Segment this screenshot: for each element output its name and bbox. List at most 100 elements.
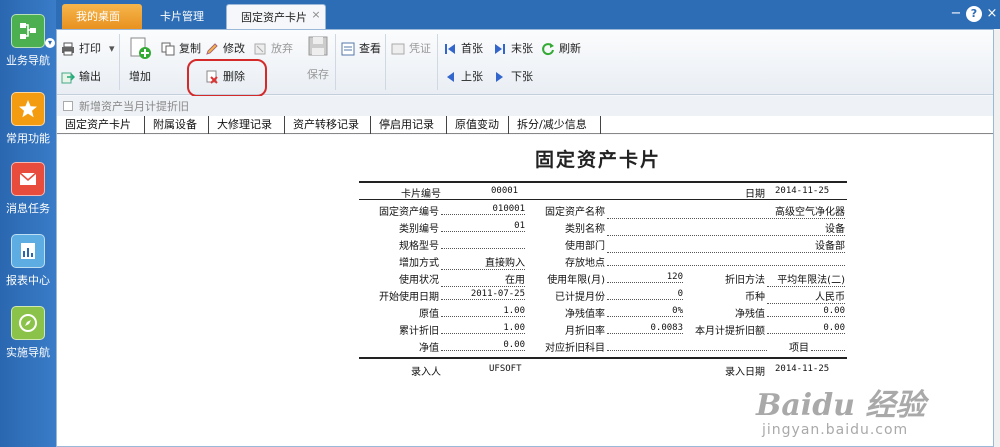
star-icon	[11, 92, 45, 126]
subtab-stop-start[interactable]: 停启用记录	[371, 116, 447, 134]
refresh-button[interactable]: 刷新	[541, 40, 581, 58]
view-label: 查看	[359, 42, 381, 55]
category-code-value[interactable]: 01	[441, 221, 525, 232]
prev-button[interactable]: 上张	[443, 68, 483, 86]
add-document-icon	[128, 36, 152, 60]
project-value[interactable]	[811, 339, 845, 351]
last-button[interactable]: 末张	[493, 40, 533, 58]
months-value[interactable]: 0	[607, 289, 683, 300]
recorder-value: UFSOFT	[489, 364, 522, 374]
subtab-fixed-asset-card[interactable]: 固定资产卡片	[57, 116, 145, 134]
department-value[interactable]: 设备部	[607, 237, 845, 253]
chevron-down-icon[interactable]: ▾	[45, 38, 55, 48]
start-date-value[interactable]: 2011-07-25	[441, 289, 525, 300]
close-icon[interactable]: ×	[310, 9, 322, 21]
location-value[interactable]	[607, 254, 845, 266]
baidu-watermark: Baidu 经验 jingyan.baidu.com	[740, 380, 990, 446]
export-label: 输出	[79, 70, 101, 83]
toolbar-separator	[437, 34, 438, 90]
refresh-label: 刷新	[559, 42, 581, 55]
original-value[interactable]: 1.00	[441, 306, 525, 317]
location-label: 存放地点	[565, 258, 605, 269]
subtab-asset-transfer[interactable]: 资产转移记录	[285, 116, 371, 134]
dropdown-arrow-icon[interactable]: ▾	[109, 40, 115, 58]
date-value[interactable]: 2014-11-25	[775, 186, 845, 196]
floppy-disk-icon	[306, 34, 330, 58]
asset-code-value[interactable]: 010001	[441, 204, 525, 215]
months-label: 已计提月份	[555, 292, 605, 303]
nav-favorites[interactable]: 常用功能	[0, 92, 56, 146]
save-button[interactable]: 保存	[303, 34, 333, 82]
spec-value[interactable]	[441, 237, 525, 249]
subtab-original-value-change[interactable]: 原值变动	[447, 116, 509, 134]
dep-method-value[interactable]: 平均年限法(二)	[767, 271, 845, 287]
toolbar-separator	[335, 34, 336, 90]
net-label: 净值	[419, 343, 439, 354]
first-button[interactable]: 首张	[443, 40, 483, 58]
depreciation-checkbox[interactable]	[63, 101, 73, 111]
add-method-value[interactable]: 直接购入	[441, 254, 525, 270]
envelope-icon	[11, 162, 45, 196]
help-icon[interactable]: ?	[966, 6, 982, 22]
window-close-icon[interactable]: ×	[984, 6, 1000, 22]
subtab-accessory[interactable]: 附属设备	[145, 116, 209, 134]
residual-rate-value[interactable]: 0%	[607, 306, 683, 317]
voucher-icon	[391, 42, 405, 56]
printer-icon	[61, 42, 75, 56]
last-label: 末张	[511, 42, 533, 55]
residual-value[interactable]: 0.00	[767, 306, 845, 317]
tab-card-management[interactable]: 卡片管理	[146, 4, 230, 29]
currency-value[interactable]: 人民币	[767, 288, 845, 304]
net-value[interactable]: 0.00	[441, 340, 525, 351]
nav-implementation[interactable]: 实施导航	[0, 306, 56, 360]
modify-button[interactable]: 修改	[205, 40, 245, 58]
copy-button[interactable]: 复制	[161, 40, 201, 58]
report-icon	[11, 234, 45, 268]
delete-highlight-annotation	[187, 59, 267, 97]
copy-icon	[161, 42, 175, 56]
nav-reports[interactable]: 报表中心	[0, 234, 56, 288]
dep-method-label: 折旧方法	[725, 275, 765, 286]
header-divider	[359, 181, 847, 183]
print-button[interactable]: 打印 ▾	[61, 40, 115, 58]
asset-code-label: 固定资产编号	[379, 207, 439, 218]
first-label: 首张	[461, 42, 483, 55]
prev-page-icon	[443, 70, 457, 84]
depreciation-checkbox-row: 新增资产当月计提折旧	[57, 96, 993, 116]
status-value[interactable]: 在用	[441, 271, 525, 287]
status-label: 使用状况	[399, 275, 439, 286]
header-divider-thin	[359, 199, 847, 200]
account-value[interactable]	[607, 339, 767, 351]
subtab-major-repair[interactable]: 大修理记录	[209, 116, 285, 134]
asset-name-value[interactable]: 高级空气净化器	[607, 203, 845, 219]
start-date-label: 开始使用日期	[379, 292, 439, 303]
right-edge-panel	[994, 29, 1000, 447]
life-value[interactable]: 120	[607, 272, 683, 283]
spec-label: 规格型号	[399, 241, 439, 252]
record-date-value: 2014-11-25	[775, 364, 830, 374]
tab-strip: 我的桌面 卡片管理 固定资产卡片 × − ? ×	[56, 0, 1000, 29]
copy-label: 复制	[179, 42, 201, 55]
subtab-split-reduce[interactable]: 拆分/减少信息	[509, 116, 601, 134]
add-method-label: 增加方式	[399, 258, 439, 269]
abandon-button[interactable]: 放弃	[253, 40, 293, 58]
next-button[interactable]: 下张	[493, 68, 533, 86]
category-name-label: 类别名称	[565, 224, 605, 235]
toolbar: 打印 ▾ 输出 增加 复制 修改 放弃 删除 保存 查看 凭证 首张 末张 上张…	[57, 30, 993, 97]
nav-messages[interactable]: 消息任务	[0, 162, 56, 216]
pencil-icon	[205, 42, 219, 56]
card-no-value[interactable]: 00001	[491, 186, 531, 196]
minimize-icon[interactable]: −	[948, 6, 964, 22]
export-button[interactable]: 输出	[61, 68, 101, 86]
category-name-value[interactable]: 设备	[607, 220, 845, 236]
monthly-rate-label: 月折旧率	[565, 326, 605, 337]
monthly-rate-value[interactable]: 0.0083	[607, 323, 683, 334]
add-button[interactable]: 增加	[125, 36, 155, 84]
voucher-button[interactable]: 凭证	[391, 40, 431, 58]
view-button[interactable]: 查看	[341, 40, 381, 58]
tab-home[interactable]: 我的桌面	[62, 4, 142, 29]
accum-value[interactable]: 1.00	[441, 323, 525, 334]
monthly-amount-value[interactable]: 0.00	[767, 323, 845, 334]
card-sub-tabs: 固定资产卡片 附属设备 大修理记录 资产转移记录 停启用记录 原值变动 拆分/减…	[57, 116, 993, 134]
life-label: 使用年限(月)	[547, 275, 605, 286]
